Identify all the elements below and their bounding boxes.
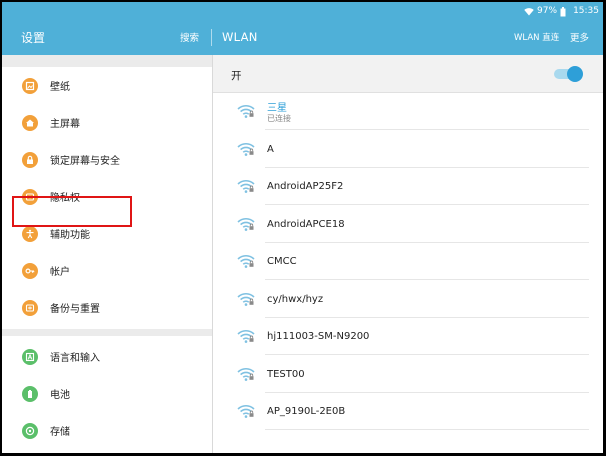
network-name: AndroidAP25F2 (267, 181, 344, 192)
battery-status-icon (560, 6, 570, 16)
clock: 15:35 (573, 6, 599, 16)
menu-item-battery[interactable]: 电池 (2, 375, 212, 412)
menu-item-storage[interactable]: 存储 (2, 412, 212, 449)
wlan-toggle-label: 开 (231, 70, 242, 82)
menu-item-accounts[interactable]: 帐户 (2, 252, 212, 289)
battery-icon (22, 385, 38, 402)
wifi-network-row[interactable]: cy/hwx/hyz (213, 281, 603, 318)
battery-percent: 97% (537, 6, 558, 16)
wifi-network-row[interactable]: AP_9190L-2E0B (213, 393, 603, 430)
menu-label: 锁定屏幕与安全 (50, 156, 120, 167)
wifi-signal-locked-icon (237, 103, 255, 119)
wifi-network-row[interactable]: hj111003-SM-N9200 (213, 318, 603, 355)
language-icon (22, 348, 38, 365)
wifi-signal-locked-icon (237, 141, 255, 157)
wifi-network-row[interactable]: TEST00 (213, 356, 603, 393)
menu-item-backup-reset[interactable]: 备份与重置 (2, 289, 212, 326)
settings-menu: 壁纸 主屏幕 锁定屏幕与安全 隐私权 辅助功能 帐户 备份与重置 语言和输入 电… (2, 55, 212, 453)
settings-group-1: 壁纸 主屏幕 锁定屏幕与安全 隐私权 辅助功能 帐户 备份与重置 (2, 67, 212, 329)
menu-item-accessibility[interactable]: 辅助功能 (2, 215, 212, 252)
menu-item-language-input[interactable]: 语言和输入 (2, 338, 212, 375)
settings-title: 设置 (21, 31, 46, 45)
more-button[interactable]: 更多 (570, 30, 589, 44)
accessibility-icon (22, 225, 38, 242)
menu-label: 电池 (50, 390, 70, 401)
wifi-signal-locked-icon (237, 328, 255, 344)
wifi-signal-locked-icon (237, 403, 255, 419)
wifi-signal-locked-icon (237, 291, 255, 307)
wifi-signal-locked-icon (237, 253, 255, 269)
wlan-panel: 开 三星 已连接 A AndroidAP25F2 AndroidAPCE18 CMCC cy… (213, 55, 603, 453)
wifi-signal-locked-icon (237, 366, 255, 382)
network-name: CMCC (267, 256, 297, 267)
home-icon (22, 114, 38, 131)
network-name: 三星 (267, 103, 287, 114)
network-name: TEST00 (267, 368, 305, 380)
wifi-network-row[interactable]: 三星 已连接 (213, 93, 603, 130)
menu-label: 隐私权 (50, 193, 80, 204)
wifi-signal-locked-icon (237, 178, 255, 194)
menu-item-privacy[interactable]: 隐私权 (2, 178, 212, 215)
menu-label: 主屏幕 (50, 119, 80, 130)
switch-knob (567, 66, 583, 82)
wifi-signal-locked-icon (237, 216, 255, 232)
privacy-icon (22, 188, 38, 205)
network-name: A (267, 143, 274, 155)
network-status: 已连接 (267, 114, 291, 123)
screen: 97% 15:35 设置 搜索 WLAN WLAN 直连 更多 壁纸 主屏幕 锁… (2, 2, 603, 453)
search-button[interactable]: 搜索 (180, 30, 199, 44)
menu-label: 辅助功能 (50, 230, 90, 241)
network-name: hj111003-SM-N9200 (267, 331, 370, 342)
wifi-network-row[interactable]: A (213, 131, 603, 168)
wallpaper-icon (22, 77, 38, 94)
settings-group-2: 语言和输入 电池 存储 (2, 336, 212, 453)
wlan-direct-button[interactable]: WLAN 直连 (514, 31, 559, 43)
wlan-title: WLAN (222, 30, 258, 44)
action-bar: 97% 15:35 设置 搜索 WLAN WLAN 直连 更多 (2, 2, 603, 55)
wifi-network-row[interactable]: AndroidAP25F2 (213, 168, 603, 205)
header-divider (211, 29, 212, 46)
menu-label: 语言和输入 (50, 353, 100, 364)
network-name: cy/hwx/hyz (267, 293, 324, 305)
menu-item-wallpaper[interactable]: 壁纸 (2, 67, 212, 104)
storage-icon (22, 422, 38, 439)
wifi-network-row[interactable]: CMCC (213, 243, 603, 280)
key-icon (22, 262, 38, 279)
row-separator (265, 429, 589, 430)
menu-label: 帐户 (50, 267, 70, 278)
lock-icon (22, 151, 38, 168)
menu-item-lock-screen-security[interactable]: 锁定屏幕与安全 (2, 141, 212, 178)
wifi-status-icon (524, 7, 534, 16)
wifi-network-row[interactable]: AndroidAPCE18 (213, 206, 603, 243)
menu-label: 壁纸 (50, 82, 70, 93)
wlan-toggle-row[interactable]: 开 (213, 55, 603, 93)
menu-label: 存储 (50, 427, 70, 438)
status-bar: 97% 15:35 (524, 4, 599, 18)
menu-label: 备份与重置 (50, 304, 100, 315)
backup-icon (22, 299, 38, 316)
network-name: AndroidAPCE18 (267, 218, 345, 230)
wlan-switch[interactable] (554, 66, 583, 82)
menu-item-home-screen[interactable]: 主屏幕 (2, 104, 212, 141)
network-name: AP_9190L-2E0B (267, 406, 346, 417)
